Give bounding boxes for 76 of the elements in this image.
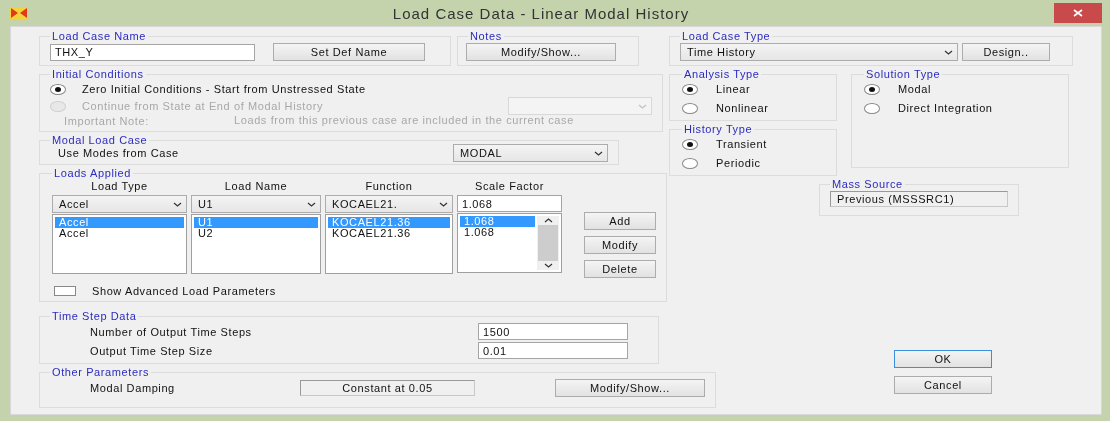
design-button[interactable]: Design.. — [962, 43, 1050, 61]
cell-dropdown[interactable]: Accel — [52, 195, 187, 213]
radio-label: Nonlinear — [716, 102, 769, 114]
field-label: Output Time Step Size — [90, 344, 213, 357]
group-label: Time Step Data — [51, 310, 138, 322]
note-text: Loads from this previous case are included in the current case — [234, 115, 575, 126]
cell-field[interactable]: 1.068 — [457, 195, 562, 212]
radio-button[interactable] — [50, 83, 66, 95]
group-label: History Type — [683, 123, 754, 135]
chevron-down-icon — [638, 103, 647, 109]
radio-button[interactable] — [682, 83, 698, 95]
modal-case-dropdown[interactable]: MODAL — [453, 144, 608, 162]
radio-label: Continue from State at End of Modal History — [82, 100, 324, 112]
value-field[interactable]: 0.01 — [478, 342, 628, 359]
group-label: Other Parameters — [51, 366, 151, 378]
list-item[interactable]: 1.068 — [460, 227, 535, 238]
name-field[interactable]: THX_Y — [50, 43, 255, 61]
group-label: Analysis Type — [683, 68, 761, 80]
radio-label: Modal — [898, 83, 931, 95]
close-icon — [1073, 9, 1083, 17]
checkbox[interactable] — [54, 286, 76, 296]
group-label: Mass Source — [831, 178, 904, 190]
radio-label: Linear — [716, 83, 751, 95]
field-label: Number of Output Time Steps — [90, 325, 252, 338]
radio-button[interactable] — [682, 138, 698, 150]
radio-button[interactable] — [682, 102, 698, 114]
radio-label: Zero Initial Conditions - Start from Unstressed State — [82, 83, 367, 95]
list-action-button[interactable]: Add — [584, 212, 656, 230]
group-label: Initial Conditions — [51, 68, 145, 80]
chevron-down-icon — [594, 150, 603, 156]
radio-label: Periodic — [716, 157, 761, 169]
group-label: Modal Load Case — [51, 134, 149, 146]
value-field[interactable]: 1500 — [478, 323, 628, 340]
radio-button[interactable] — [682, 157, 698, 169]
field-label: Use Modes from Case — [58, 147, 179, 159]
group-label: Solution Type — [865, 68, 942, 80]
note-label: Important Note: — [64, 115, 150, 127]
list-item[interactable]: Accel — [55, 228, 184, 239]
dialog-button[interactable]: OK — [894, 350, 992, 368]
modify-show-button[interactable]: Modify/Show... — [466, 43, 616, 61]
cell-dropdown[interactable]: U1 — [191, 195, 321, 213]
field-label: Modal Damping — [90, 382, 176, 394]
chevron-down-icon — [173, 201, 182, 207]
group-label: Load Case Name — [51, 30, 147, 42]
chevron-down-icon[interactable] — [543, 263, 553, 268]
column-header: Function — [364, 180, 414, 194]
radio-button[interactable] — [864, 83, 880, 95]
modify-show-button[interactable]: Modify/Show... — [555, 379, 705, 397]
chevron-down-icon — [944, 49, 953, 55]
radio-label: Direct Integration — [898, 102, 993, 114]
list-action-button[interactable]: Modify — [584, 236, 656, 254]
group-label: Load Case Type — [681, 30, 772, 42]
column-header: Load Name — [223, 180, 289, 194]
list-action-button[interactable]: Delete — [584, 260, 656, 278]
case-type-dropdown[interactable]: Time History — [680, 43, 958, 61]
value-display: Constant at 0.05 — [300, 380, 475, 396]
chevron-down-icon — [439, 201, 448, 207]
cell-dropdown[interactable]: KOCAEL21. — [325, 195, 453, 213]
column-header: Scale Factor — [474, 180, 545, 194]
column-header: Load Type — [90, 180, 149, 194]
radio-label: Transient — [716, 138, 767, 150]
group-label: Loads Applied — [53, 167, 132, 179]
group-label: Notes — [469, 30, 503, 42]
chevron-down-icon — [307, 201, 316, 207]
dialog-button[interactable]: Cancel — [894, 376, 992, 394]
set-def-name-button[interactable]: Set Def Name — [273, 43, 425, 61]
radio-button[interactable] — [864, 102, 880, 114]
app-logo-icon — [10, 7, 28, 19]
value-display: Previous (MSSSRC1) — [830, 191, 1008, 207]
close-button[interactable] — [1054, 3, 1102, 23]
scrollbar[interactable] — [537, 216, 559, 270]
list-item[interactable]: KOCAEL21.36 — [328, 228, 450, 239]
chevron-up-icon[interactable] — [543, 218, 553, 223]
checkbox-label: Show Advanced Load Parameters — [92, 285, 276, 297]
window-title: Load Case Data - Linear Modal History — [391, 4, 691, 22]
list-item[interactable]: U2 — [194, 228, 318, 239]
